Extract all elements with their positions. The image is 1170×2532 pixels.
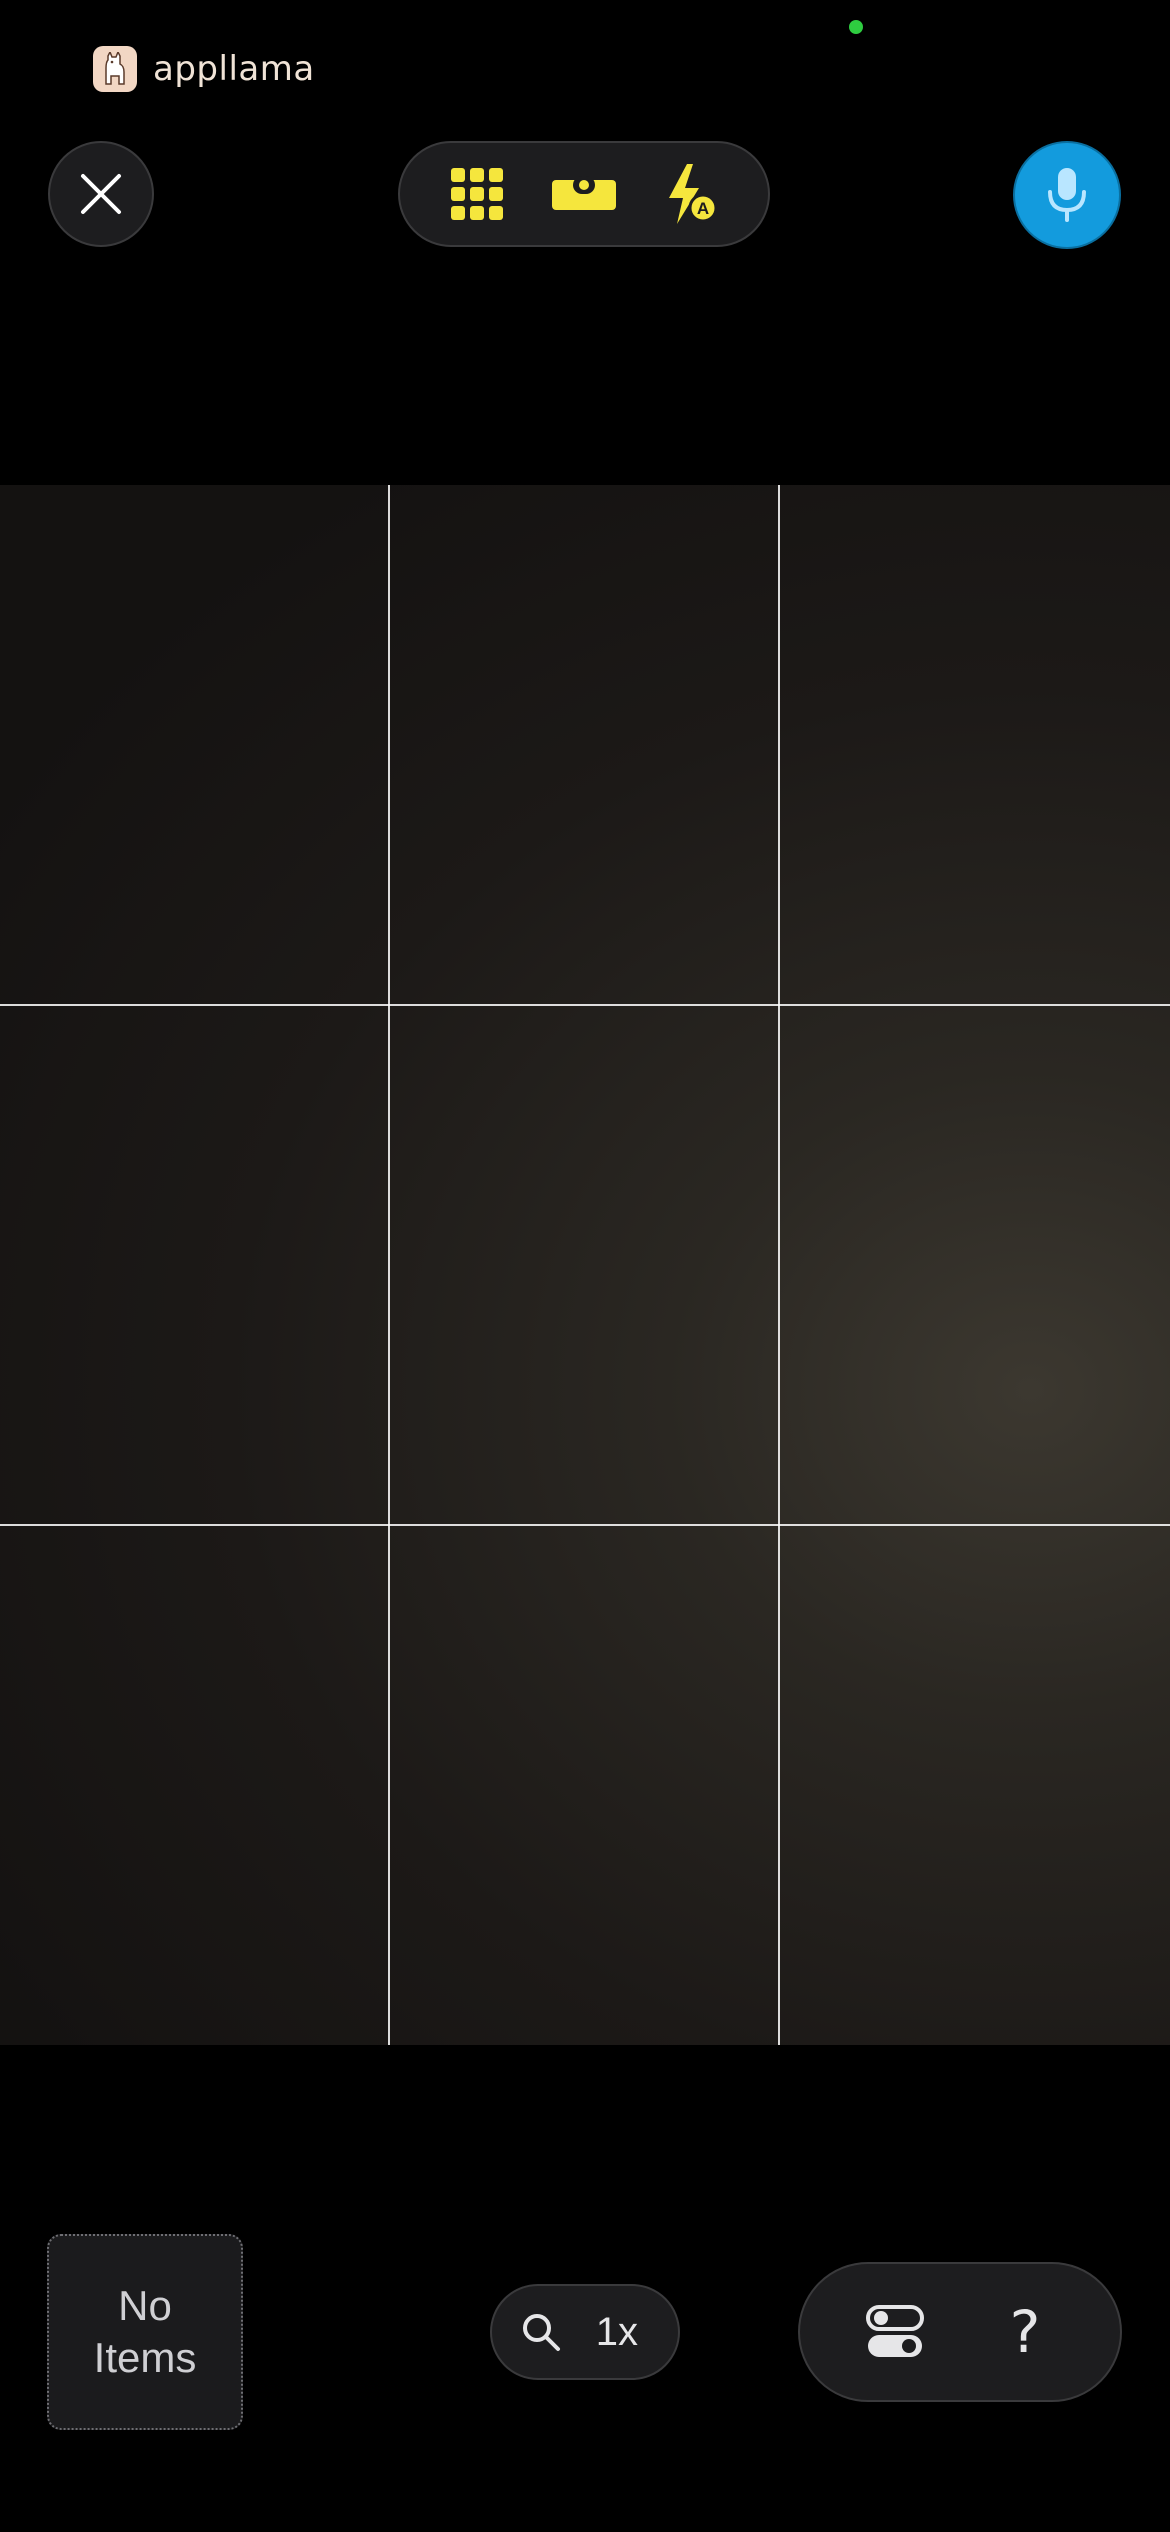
settings-toolbar: ? (798, 2262, 1122, 2402)
captured-items-thumbnail[interactable]: No Items (47, 2234, 243, 2430)
close-button[interactable] (48, 141, 154, 247)
search-icon (523, 2314, 560, 2351)
items-label-line2: Items (93, 2334, 197, 2381)
help-button[interactable]: ? (985, 2298, 1065, 2366)
grid-line (0, 1004, 1170, 1006)
camera-viewfinder[interactable] (0, 485, 1170, 2045)
privacy-indicator-dot (849, 20, 863, 34)
flash-auto-button[interactable]: A (651, 154, 731, 234)
grid-line (0, 1524, 1170, 1526)
settings-toggle-button[interactable] (855, 2292, 935, 2372)
svg-text:A: A (697, 199, 709, 218)
voice-input-button[interactable] (1013, 141, 1121, 249)
brand-name: appllama (153, 49, 315, 89)
items-label-line1: No (118, 2282, 172, 2329)
toggle-settings-icon (866, 2305, 924, 2357)
grid-line (388, 485, 390, 2045)
brand-header: appllama (93, 44, 315, 94)
grid-toggle-button[interactable] (437, 154, 517, 234)
grid-line (778, 485, 780, 2045)
zoom-level: 1x (595, 2309, 638, 2354)
close-icon (81, 174, 121, 214)
grid-icon (451, 168, 504, 220)
microphone-icon (1048, 168, 1086, 222)
zoom-control[interactable]: 1x (490, 2284, 680, 2380)
level-toggle-button[interactable] (544, 154, 624, 234)
camera-tools-toolbar: A (398, 141, 770, 247)
llama-logo-icon (93, 46, 137, 92)
flash-auto-icon: A (668, 164, 718, 224)
level-icon (551, 176, 616, 210)
